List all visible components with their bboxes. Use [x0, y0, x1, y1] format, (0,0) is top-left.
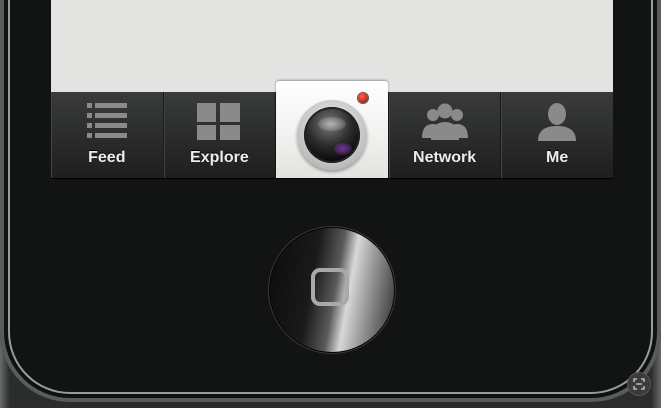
tab-explore-label: Explore [190, 149, 249, 166]
lens-reflection [334, 143, 352, 155]
list-icon [84, 102, 130, 147]
grid-icon [196, 102, 242, 147]
tab-explore[interactable]: Explore [164, 92, 277, 178]
people-icon [420, 102, 470, 147]
record-indicator-dot [358, 93, 368, 103]
app-screen: Feed Explore Network Me [51, 0, 613, 178]
home-button[interactable] [270, 228, 394, 352]
lens-glass [304, 107, 360, 163]
home-square-icon [311, 268, 349, 306]
tab-me[interactable]: Me [501, 92, 613, 178]
lens-glint [318, 117, 346, 131]
person-icon [534, 102, 580, 147]
tab-feed-label: Feed [88, 149, 126, 166]
tab-feed[interactable]: Feed [51, 92, 164, 178]
camera-button[interactable] [276, 81, 388, 178]
tab-network-label: Network [413, 149, 477, 166]
tab-network[interactable]: Network [389, 92, 502, 178]
tab-me-label: Me [546, 149, 569, 166]
screenshot-scan-icon[interactable] [627, 372, 651, 396]
camera-lens-icon [297, 100, 367, 170]
